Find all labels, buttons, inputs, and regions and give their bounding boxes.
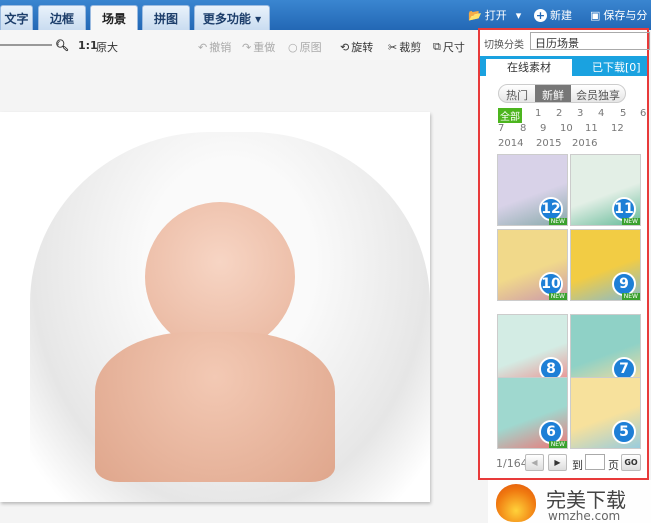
go-button[interactable]: GO bbox=[621, 454, 641, 471]
new-badge: NEW bbox=[548, 293, 567, 300]
tab-collage[interactable]: 拼图 bbox=[142, 5, 190, 30]
undo-button[interactable]: ↶ 撤销 bbox=[198, 39, 231, 55]
rotate-label: 旋转 bbox=[351, 41, 374, 54]
circle-icon: ○ bbox=[288, 40, 298, 54]
month-8[interactable]: 8 bbox=[520, 123, 526, 134]
tab-downloaded[interactable]: 已下载[0] bbox=[592, 59, 641, 75]
category-label: 切换分类 bbox=[484, 40, 524, 51]
new-badge: NEW bbox=[548, 218, 567, 225]
new-badge: NEW bbox=[621, 218, 640, 225]
rotate-icon: ⟲ bbox=[340, 40, 350, 54]
tab-scene[interactable]: 场景 bbox=[90, 5, 138, 30]
month-2015[interactable]: 2015 bbox=[536, 138, 561, 149]
crop-button[interactable]: ✂ 裁剪 bbox=[388, 39, 421, 55]
month-7[interactable]: 7 bbox=[498, 123, 504, 134]
rotate-button[interactable]: ⟲ 旋转 bbox=[340, 39, 373, 55]
month-9[interactable]: 9 bbox=[540, 123, 546, 134]
scene-number: 5 bbox=[612, 420, 636, 444]
redo-label: 重做 bbox=[253, 41, 276, 54]
month-2[interactable]: 2 bbox=[556, 108, 562, 119]
top-bar: 文字 边框 场景 拼图 更多功能 ▾ 📂 打开 ▾ + 新建 ▣ 保存与分 bbox=[0, 0, 651, 30]
scene-thumbnail[interactable]: 7NEW bbox=[570, 314, 641, 386]
scene-panel: 切换分类 日历场景 在线素材 已下载[0] 热门 新鲜 会员独享 全部 1 2 3 4 5… bbox=[478, 28, 650, 480]
scissors-icon: ✂ bbox=[388, 40, 398, 54]
month-2016[interactable]: 2016 bbox=[572, 138, 597, 149]
scene-thumbnail[interactable]: 9 NEW bbox=[570, 229, 641, 301]
scene-thumbnail[interactable]: 8NEW bbox=[497, 314, 568, 386]
tab-label: 边框 bbox=[49, 11, 74, 26]
tab-more[interactable]: 更多功能 ▾ bbox=[194, 5, 270, 30]
page-indicator: 1/164 bbox=[496, 457, 528, 470]
prev-page-button[interactable]: ◀ bbox=[525, 454, 544, 471]
save-icon: ▣ bbox=[590, 8, 601, 22]
new-badge: NEW bbox=[548, 441, 567, 448]
undo-label: 撤销 bbox=[209, 41, 232, 54]
scene-thumbnail[interactable]: 5 bbox=[570, 377, 641, 449]
scene-thumbnail[interactable]: 10 NEW bbox=[497, 229, 568, 301]
month-1[interactable]: 1 bbox=[535, 108, 541, 119]
tab-text[interactable]: 文字 bbox=[0, 5, 33, 30]
scene-thumbnail[interactable]: 12 NEW bbox=[497, 154, 568, 226]
original-button[interactable]: ○ 原图 bbox=[288, 39, 322, 55]
month-6[interactable]: 6 bbox=[640, 108, 646, 119]
tab-online[interactable]: 在线素材 bbox=[486, 59, 572, 76]
ratio-label[interactable]: 1:1 bbox=[78, 39, 98, 52]
save-button[interactable]: ▣ 保存与分 bbox=[590, 7, 647, 23]
zoom-slider[interactable] bbox=[0, 44, 52, 46]
watermark-url: wmzhe.com bbox=[548, 509, 621, 523]
filter-vip[interactable]: 会员独享 bbox=[571, 85, 625, 102]
new-label: 新建 bbox=[550, 9, 572, 22]
filter-new[interactable]: 新鲜 bbox=[535, 85, 571, 102]
tab-label: 拼图 bbox=[153, 11, 178, 26]
month-3[interactable]: 3 bbox=[577, 108, 583, 119]
original-size-button[interactable]: 原大 bbox=[96, 39, 118, 55]
panel-tabs: 在线素材 已下载[0] bbox=[480, 56, 647, 76]
size-button[interactable]: ⧉ 尺寸 bbox=[433, 39, 465, 55]
new-button[interactable]: + 新建 bbox=[534, 7, 572, 23]
flame-logo bbox=[496, 484, 536, 522]
tab-border[interactable]: 边框 bbox=[38, 5, 86, 30]
crop-label: 裁剪 bbox=[399, 41, 422, 54]
baby-photo[interactable] bbox=[0, 112, 430, 502]
month-2014[interactable]: 2014 bbox=[498, 138, 523, 149]
folder-icon: 📂 bbox=[468, 8, 482, 22]
month-11[interactable]: 11 bbox=[585, 123, 598, 134]
open-button[interactable]: 📂 打开 ▾ bbox=[468, 7, 521, 23]
baby-body bbox=[95, 332, 335, 482]
month-5[interactable]: 5 bbox=[620, 108, 626, 119]
redo-button[interactable]: ↷ 重做 bbox=[242, 39, 275, 55]
scene-thumbnail[interactable]: 6 NEW bbox=[497, 377, 568, 449]
tab-label: 场景 bbox=[101, 11, 126, 26]
zoom-icon[interactable]: 🔍︎ bbox=[55, 39, 69, 52]
plus-icon: + bbox=[534, 8, 547, 22]
chevron-down-icon[interactable]: ▾ bbox=[516, 9, 522, 22]
baby-face bbox=[145, 202, 295, 352]
new-badge: NEW bbox=[621, 293, 640, 300]
category-select[interactable]: 日历场景 bbox=[530, 32, 650, 50]
goto-label: 到 bbox=[572, 459, 583, 472]
page-unit-label: 页 bbox=[608, 459, 619, 472]
size-label: 尺寸 bbox=[442, 41, 465, 54]
filter-group: 热门 新鲜 会员独享 bbox=[498, 84, 626, 103]
tab-label: 更多功能 ▾ bbox=[202, 11, 262, 26]
undo-icon: ↶ bbox=[198, 40, 208, 54]
open-label: 打开 bbox=[484, 9, 507, 22]
resize-icon: ⧉ bbox=[433, 40, 441, 53]
page-input[interactable] bbox=[585, 454, 605, 470]
tab-label: 文字 bbox=[4, 11, 29, 26]
toolbar: 🔍︎ 1:1 原大 ↶ 撤销 ↷ 重做 ○ 原图 ⟲ 旋转 ✂ 裁剪 ⧉ 尺寸 bbox=[0, 30, 480, 60]
watermark: 完美下载 wmzhe.com bbox=[488, 480, 651, 523]
save-label: 保存与分 bbox=[603, 9, 648, 22]
original-label: 原图 bbox=[299, 41, 322, 54]
redo-icon: ↷ bbox=[242, 40, 252, 54]
next-page-button[interactable]: ▶ bbox=[548, 454, 567, 471]
month-全部[interactable]: 全部 bbox=[498, 108, 522, 123]
scene-thumbnail[interactable]: 11 NEW bbox=[570, 154, 641, 226]
month-12[interactable]: 12 bbox=[611, 123, 624, 134]
month-10[interactable]: 10 bbox=[560, 123, 573, 134]
filter-hot[interactable]: 热门 bbox=[499, 85, 535, 102]
month-4[interactable]: 4 bbox=[598, 108, 604, 119]
